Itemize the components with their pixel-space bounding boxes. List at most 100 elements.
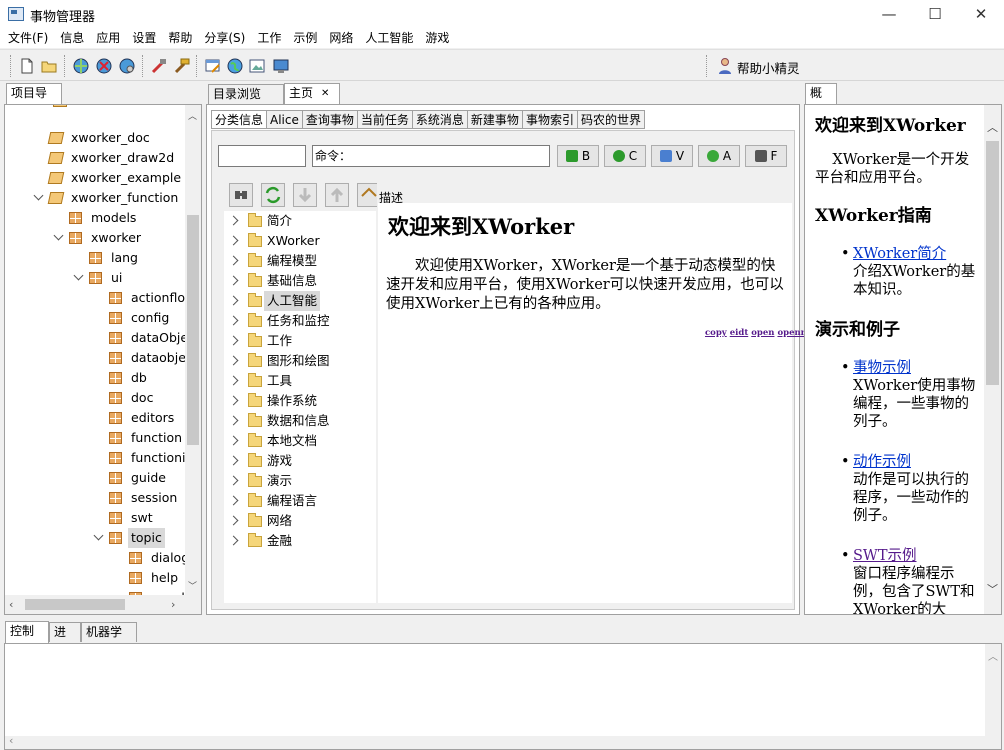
category-item[interactable]: 游戏: [224, 451, 376, 471]
action-button-c[interactable]: C: [604, 145, 646, 167]
move-down-button[interactable]: [293, 183, 317, 207]
tree-node[interactable]: models: [5, 208, 185, 228]
category-item[interactable]: 基础信息: [224, 271, 376, 291]
tree-node[interactable]: topic: [5, 528, 185, 548]
expand-icon[interactable]: [228, 315, 239, 326]
category-item[interactable]: XWorker: [224, 231, 376, 251]
scroll-down-icon[interactable]: ﹀: [188, 579, 197, 592]
expand-icon[interactable]: [228, 275, 239, 286]
edit-window-icon[interactable]: [204, 57, 222, 75]
category-item[interactable]: 数据和信息: [224, 411, 376, 431]
tree-node[interactable]: dataObje: [5, 328, 185, 348]
inner-tab-3[interactable]: 当前任务: [356, 110, 413, 129]
expand-icon[interactable]: [228, 335, 239, 346]
tab-directory-browse[interactable]: 目录浏览: [208, 84, 284, 104]
scroll-thumb[interactable]: [986, 141, 999, 385]
menu-item-7[interactable]: 示例: [287, 28, 323, 48]
category-item[interactable]: 简介: [224, 211, 376, 231]
desc-link-open[interactable]: open: [751, 328, 774, 338]
menu-item-3[interactable]: 设置: [126, 28, 162, 48]
category-item[interactable]: 人工智能: [224, 291, 376, 311]
scroll-thumb[interactable]: [187, 215, 199, 445]
scroll-left-icon[interactable]: ‹: [9, 598, 13, 611]
tree-node[interactable]: functionin: [5, 448, 185, 468]
action-button-v[interactable]: V: [651, 145, 693, 167]
expand-icon[interactable]: [228, 455, 239, 466]
menu-item-4[interactable]: 帮助: [162, 28, 198, 48]
category-item[interactable]: 图形和绘图: [224, 351, 376, 371]
globe-settings-icon[interactable]: [118, 57, 136, 75]
open-folder-icon[interactable]: [40, 57, 58, 75]
tree-node[interactable]: xworker_function: [5, 188, 185, 208]
tree-node[interactable]: xworker_draw2d: [5, 148, 185, 168]
tree-node[interactable]: editors: [5, 408, 185, 428]
tab-overview[interactable]: 概要: [805, 83, 837, 119]
tree-node[interactable]: function: [5, 428, 185, 448]
expand-icon[interactable]: [228, 435, 239, 446]
inner-tab-4[interactable]: 系统消息: [411, 110, 468, 129]
home-button[interactable]: [357, 183, 377, 207]
expand-icon[interactable]: [228, 235, 239, 246]
expand-icon[interactable]: [228, 415, 239, 426]
helper-person-icon[interactable]: [716, 57, 734, 75]
command-input[interactable]: 命令：: [312, 145, 550, 167]
menu-item-8[interactable]: 网络: [323, 28, 359, 48]
menu-item-9[interactable]: 人工智能: [359, 28, 419, 48]
expand-icon[interactable]: [228, 255, 239, 266]
expand-icon[interactable]: [228, 295, 239, 306]
menu-item-10[interactable]: 游戏: [419, 28, 455, 48]
tab-machine-learning[interactable]: 机器学习: [81, 622, 137, 658]
scroll-right-icon[interactable]: ›: [171, 598, 175, 611]
overview-scrollbar[interactable]: ︿ ﹀: [984, 105, 1001, 614]
action-button-f[interactable]: F: [745, 145, 787, 167]
refresh-button[interactable]: [261, 183, 285, 207]
globe-delete-icon[interactable]: [95, 57, 113, 75]
tree-node[interactable]: lang: [5, 248, 185, 268]
category-item[interactable]: 操作系统: [224, 391, 376, 411]
tree-node[interactable]: help: [5, 568, 185, 588]
expand-icon[interactable]: [228, 375, 239, 386]
search-input[interactable]: [218, 145, 306, 167]
desc-link-openr[interactable]: openr: [777, 328, 805, 338]
menu-item-1[interactable]: 信息: [54, 28, 90, 48]
action-button-a[interactable]: A: [698, 145, 740, 167]
tree-node[interactable]: xworker_example: [5, 168, 185, 188]
scroll-down-icon[interactable]: ﹀: [987, 581, 998, 599]
menu-item-6[interactable]: 工作: [251, 28, 287, 48]
image-window-icon[interactable]: [248, 57, 266, 75]
menu-item-0[interactable]: 文件(F): [2, 28, 54, 48]
expand-icon[interactable]: [73, 270, 84, 281]
category-item[interactable]: 工具: [224, 371, 376, 391]
overview-link[interactable]: SWT示例: [853, 547, 981, 565]
expand-icon[interactable]: [228, 395, 239, 406]
menu-item-2[interactable]: 应用: [90, 28, 126, 48]
action-button-b[interactable]: B: [557, 145, 599, 167]
overview-link[interactable]: 事物示例: [853, 359, 981, 377]
category-item[interactable]: 工作: [224, 331, 376, 351]
menu-item-5[interactable]: 分享(S): [198, 28, 251, 48]
inner-tab-0[interactable]: 分类信息: [211, 110, 268, 129]
scroll-up-icon[interactable]: ︿: [987, 119, 998, 137]
expand-icon[interactable]: [228, 495, 239, 506]
tree-node[interactable]: ui: [5, 268, 185, 288]
expand-icon[interactable]: [53, 230, 64, 241]
tree-node[interactable]: dataobjec: [5, 348, 185, 368]
tab-console[interactable]: 控制台: [5, 621, 49, 657]
overview-link[interactable]: XWorker简介: [853, 245, 981, 263]
tree-node[interactable]: xworker: [5, 228, 185, 248]
maximize-button[interactable]: ☐: [912, 0, 958, 28]
tree-node[interactable]: swt: [5, 508, 185, 528]
category-item[interactable]: 网络: [224, 511, 376, 531]
tree-horizontal-scrollbar[interactable]: ‹ ›: [5, 595, 201, 614]
overview-link[interactable]: 动作示例: [853, 453, 981, 471]
tree-node[interactable]: session: [5, 488, 185, 508]
console-scrollbar[interactable]: ︿: [985, 644, 1001, 749]
tree-node[interactable]: guide: [5, 468, 185, 488]
tree-node[interactable]: config: [5, 308, 185, 328]
tree-node[interactable]: dialog: [5, 548, 185, 568]
globe-refresh-icon[interactable]: [72, 57, 90, 75]
tab-home[interactable]: 主页 ✕: [284, 83, 340, 105]
inner-tab-1[interactable]: Alice: [266, 110, 303, 129]
category-item[interactable]: 金融: [224, 531, 376, 551]
expand-icon[interactable]: [93, 530, 104, 541]
